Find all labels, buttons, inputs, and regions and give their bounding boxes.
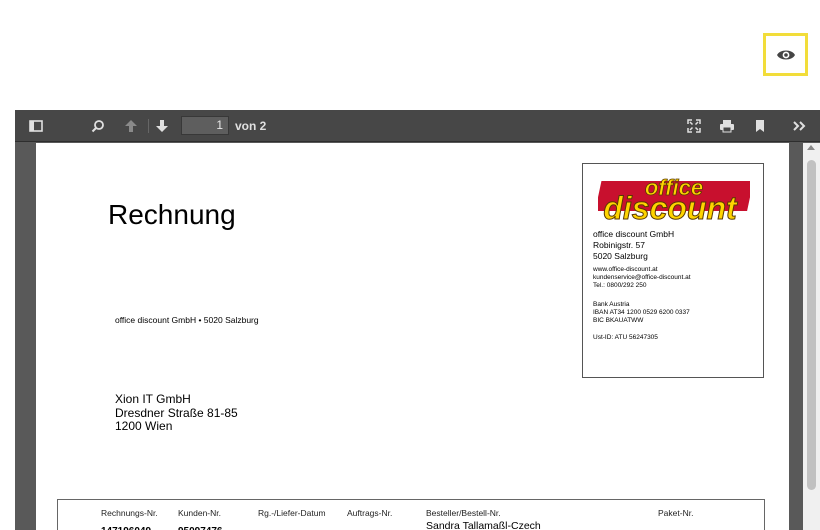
header-paket-nr: Paket-Nr.: [658, 508, 694, 518]
company-bank: Bank Austria IBAN AT34 1200 0529 6200 03…: [593, 301, 690, 325]
recipient-city: 1200 Wien: [115, 419, 173, 433]
viewer-toolbar: 1 von 2: [15, 110, 820, 142]
eye-icon: [776, 50, 795, 59]
sidebar-toggle-icon[interactable]: [28, 118, 44, 134]
company-address: office discount GmbH Robinigstr. 57 5020…: [593, 229, 674, 262]
scroll-up-arrow[interactable]: [807, 145, 815, 150]
header-kunden-nr: Kunden-Nr.: [178, 508, 221, 518]
page-count-label: von 2: [235, 119, 267, 133]
company-city: 5020 Salzburg: [593, 251, 648, 261]
search-icon[interactable]: [90, 118, 106, 134]
bank-iban: IBAN AT34 1200 0529 6200 0337: [593, 309, 690, 316]
company-email: kundenservice@office-discount.at: [593, 274, 691, 281]
header-rechnungs-nr: Rechnungs-Nr.: [101, 508, 158, 518]
double-chevron-right-icon[interactable]: [791, 118, 807, 134]
company-web: www.office-discount.at: [593, 266, 658, 273]
cell-kunden-nr: 95097476: [178, 526, 223, 530]
arrow-up-icon[interactable]: [123, 118, 139, 134]
bookmark-icon[interactable]: [752, 118, 768, 134]
recipient-address: Xion IT GmbH Dresdner Straße 81-85 1200 …: [115, 392, 238, 434]
cell-besteller: Sandra Tallamaßl-Czech: [426, 520, 541, 530]
company-contact: www.office-discount.at kundenservice@off…: [593, 266, 691, 290]
company-street: Robinigstr. 57: [593, 240, 645, 250]
sender-line: office discount GmbH • 5020 Salzburg: [115, 315, 259, 325]
page-number-input[interactable]: 1: [181, 116, 229, 135]
header-besteller: Besteller/Bestell-Nr.: [426, 508, 501, 518]
bank-bic: BIC BKAUATWW: [593, 317, 644, 324]
svg-text:discount: discount: [603, 190, 738, 225]
invoice-header-table: Rechnungs-Nr. Kunden-Nr. Rg.-/Liefer-Dat…: [57, 499, 765, 530]
toolbar-separator: [148, 119, 149, 133]
fullscreen-icon[interactable]: [686, 118, 702, 134]
print-icon[interactable]: [719, 118, 735, 134]
company-uid: Ust-ID: ATU 56247305: [593, 334, 658, 341]
office-discount-logo: office discount: [598, 175, 750, 225]
header-auftrags-nr: Auftrags-Nr.: [347, 508, 393, 518]
arrow-down-icon[interactable]: [154, 118, 170, 134]
vertical-scrollbar[interactable]: [803, 143, 820, 530]
eye-icon-button[interactable]: [763, 33, 808, 76]
document-title: Rechnung: [108, 199, 236, 230]
recipient-street: Dresdner Straße 81-85: [115, 405, 238, 420]
company-name: office discount GmbH: [593, 229, 675, 239]
cell-rechnungs-nr: 147196049: [101, 526, 151, 530]
header-datum: Rg.-/Liefer-Datum: [258, 508, 326, 518]
pdf-viewer: 1 von 2 Rechnung office discount GmbH • …: [15, 110, 820, 530]
recipient-name: Xion IT GmbH: [115, 392, 191, 406]
scrollbar-thumb[interactable]: [807, 160, 816, 490]
company-tel: Tel.: 0800/292 250: [593, 282, 647, 289]
company-info-box: office discount office discount GmbH Rob…: [582, 163, 764, 378]
bank-name: Bank Austria: [593, 301, 630, 308]
document-page: Rechnung office discount GmbH • 5020 Sal…: [36, 143, 789, 530]
